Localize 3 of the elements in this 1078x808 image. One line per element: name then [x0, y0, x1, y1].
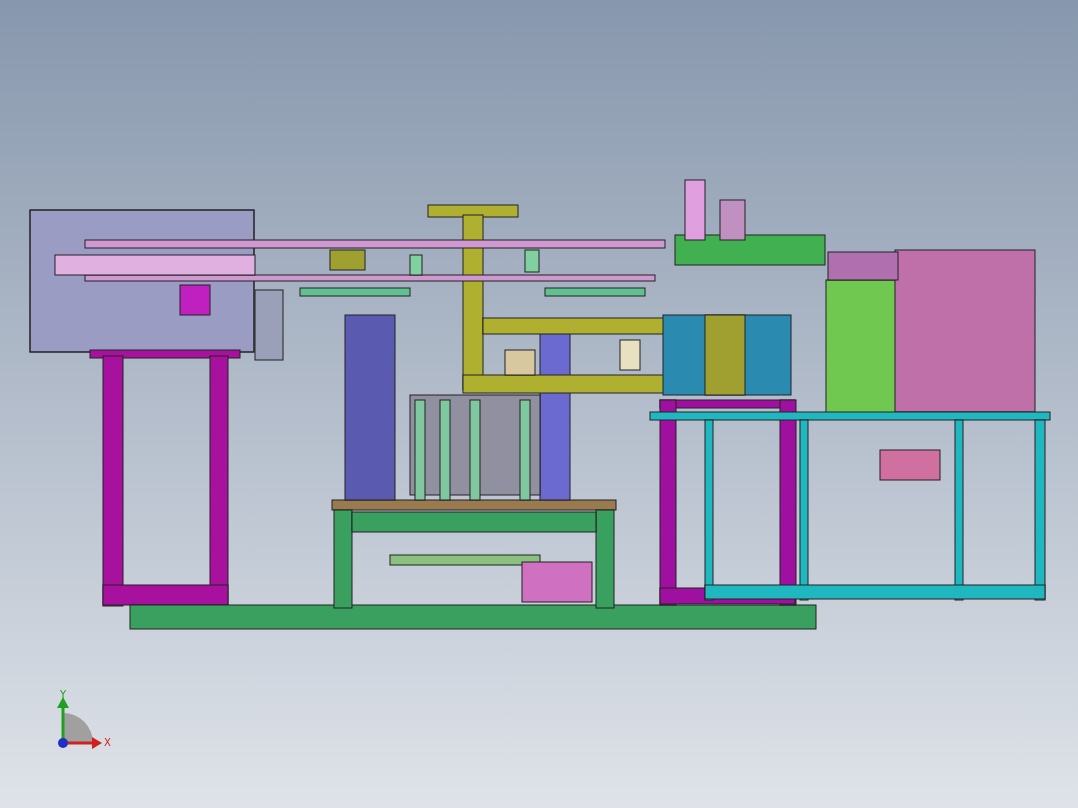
axis-label: Y: [60, 689, 67, 700]
axis-triad-icon: [57, 697, 102, 749]
axis-label: X: [104, 737, 111, 748]
